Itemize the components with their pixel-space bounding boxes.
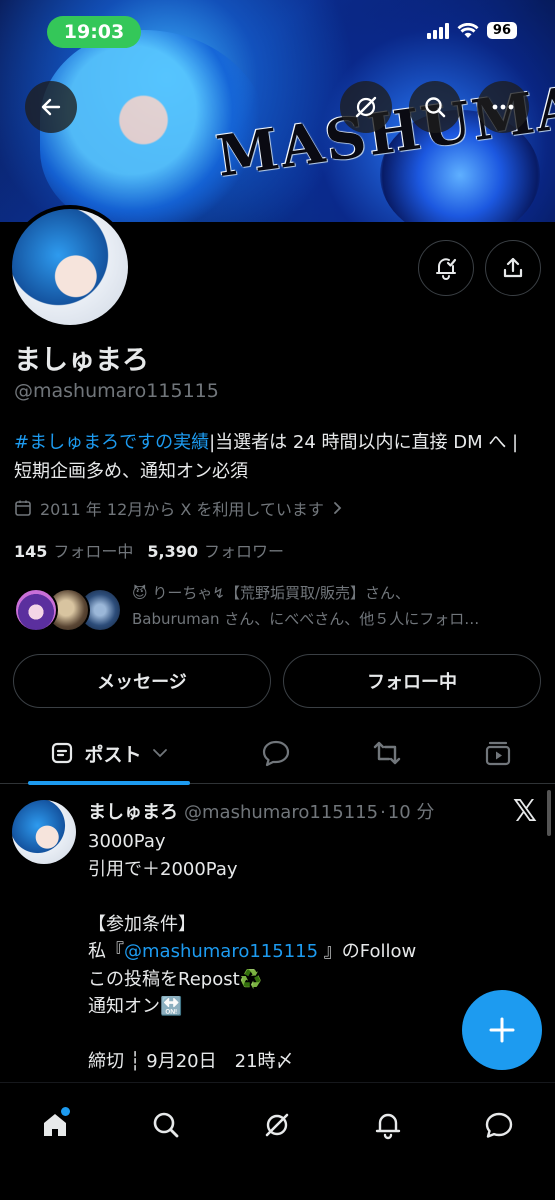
home-unread-dot xyxy=(61,1107,70,1116)
battery-level: 96 xyxy=(486,22,517,39)
arrow-left-icon xyxy=(41,98,61,116)
post-separator: · xyxy=(380,802,386,823)
chevron-right-icon xyxy=(334,502,342,514)
follow-stats: 145 フォロー中 5,390 フォロワー xyxy=(14,538,284,562)
plus-icon xyxy=(489,1017,515,1043)
tab-posts[interactable]: ポスト xyxy=(28,722,190,785)
post-line-follow: 私『@mashumaro115115 』のFollow xyxy=(88,938,528,966)
grok-icon xyxy=(265,1113,289,1137)
message-button[interactable]: メッセージ xyxy=(13,654,271,708)
post-line: この投稿をRepost♻️ xyxy=(88,968,263,990)
post-line: 引用で＋2000Pay xyxy=(88,858,238,880)
grok-icon xyxy=(355,96,377,118)
compose-post-button[interactable] xyxy=(462,990,542,1070)
post-author-avatar[interactable] xyxy=(12,800,76,864)
scrollbar-thumb[interactable] xyxy=(547,790,551,836)
nav-grok[interactable] xyxy=(249,1097,305,1153)
post-author-handle[interactable]: @mashumaro115115 xyxy=(184,802,378,823)
more-button[interactable] xyxy=(477,81,529,133)
known-followers-text: 😈 りーちゃ↯【荒野垢買取/販売】さん、 Baburuman さん、にべべさん、… xyxy=(132,580,532,632)
followers-link[interactable]: 5,390 フォロワー xyxy=(147,538,284,562)
profile-tabs: ポスト xyxy=(0,722,555,785)
following-button[interactable]: フォロー中 xyxy=(283,654,541,708)
post-line: 【参加条件】 xyxy=(88,913,196,935)
bell-icon xyxy=(375,1113,401,1140)
tab-reposts[interactable] xyxy=(359,722,415,784)
x-logo-icon: 𝕏 xyxy=(512,794,537,829)
known-followers-line2: Baburuman さん、にべべさん、他５人にフォロ… xyxy=(132,610,480,628)
post-header: ましゅまろ @mashumaro115115 · 10 分 xyxy=(88,798,434,824)
messages-bubble-icon xyxy=(485,1112,513,1138)
post-mention-link[interactable]: @mashumaro115115 xyxy=(124,941,318,962)
status-time: 19:03 xyxy=(47,16,141,48)
calendar-icon xyxy=(15,500,31,516)
followers-label: フォロワー xyxy=(204,542,285,561)
media-icon xyxy=(485,741,511,766)
following-label: フォロー中 xyxy=(53,542,134,561)
known-followers-line1: 😈 りーちゃ↯【荒野垢買取/販売】さん、 xyxy=(132,584,411,602)
search-icon xyxy=(153,1112,179,1138)
search-button[interactable] xyxy=(409,81,461,133)
following-link[interactable]: 145 フォロー中 xyxy=(14,538,133,562)
posts-tab-icon xyxy=(52,742,73,764)
more-dots-icon xyxy=(492,104,514,110)
tab-replies[interactable] xyxy=(248,722,304,784)
following-count: 145 xyxy=(14,542,48,561)
search-icon xyxy=(425,97,446,118)
avatar-image xyxy=(12,209,128,325)
bio-hashtag-link[interactable]: #ましゅまろですの実績 xyxy=(14,432,209,453)
share-icon xyxy=(503,257,523,278)
back-button[interactable] xyxy=(25,81,77,133)
reply-bubble-icon xyxy=(262,740,290,767)
known-follower-avatar xyxy=(14,588,58,632)
repost-icon xyxy=(373,741,401,765)
post-line: 締切 ┆ 9月20日 21時〆 xyxy=(88,1051,294,1072)
joined-date[interactable]: 2011 年 12月から X を利用しています xyxy=(14,496,342,520)
post-author-name[interactable]: ましゅまろ xyxy=(88,802,178,823)
post-text: 私『 xyxy=(88,941,124,962)
post-time: 10 分 xyxy=(387,802,435,823)
followers-you-know[interactable]: 😈 りーちゃ↯【荒野垢買取/販売】さん、 Baburuman さん、にべべさん、… xyxy=(14,580,544,640)
post-line: 通知オン🔛 xyxy=(88,996,183,1017)
bottom-navigation xyxy=(0,1082,555,1200)
tab-active-indicator xyxy=(28,781,190,785)
nav-search[interactable] xyxy=(138,1097,194,1153)
cellular-signal-icon xyxy=(426,22,449,39)
nav-home[interactable] xyxy=(27,1097,83,1153)
grok-button[interactable] xyxy=(340,81,392,133)
status-icons: 96 xyxy=(426,22,517,39)
tab-posts-label: ポスト xyxy=(84,743,142,766)
notification-bell-button[interactable] xyxy=(418,240,474,296)
joined-text: 2011 年 12月から X を利用しています xyxy=(40,500,324,519)
chevron-down-icon xyxy=(152,749,167,758)
share-button[interactable] xyxy=(485,240,541,296)
profile-avatar[interactable] xyxy=(8,205,132,329)
nav-notifications[interactable] xyxy=(360,1097,416,1153)
profile-bio: #ましゅまろですの実績|当選者は 24 時間以内に直接 DM へ |短期企画多め… xyxy=(14,428,534,486)
wifi-icon xyxy=(457,22,479,38)
post-line: 3000Pay xyxy=(88,831,166,852)
bell-check-icon xyxy=(436,258,457,280)
post-text: 』のFollow xyxy=(318,941,417,962)
profile-display-name: ましゅまろ xyxy=(14,345,149,376)
profile-handle: @mashumaro115115 xyxy=(14,380,219,402)
tab-media[interactable] xyxy=(470,722,526,784)
followers-count: 5,390 xyxy=(147,542,199,561)
nav-messages[interactable] xyxy=(471,1097,527,1153)
